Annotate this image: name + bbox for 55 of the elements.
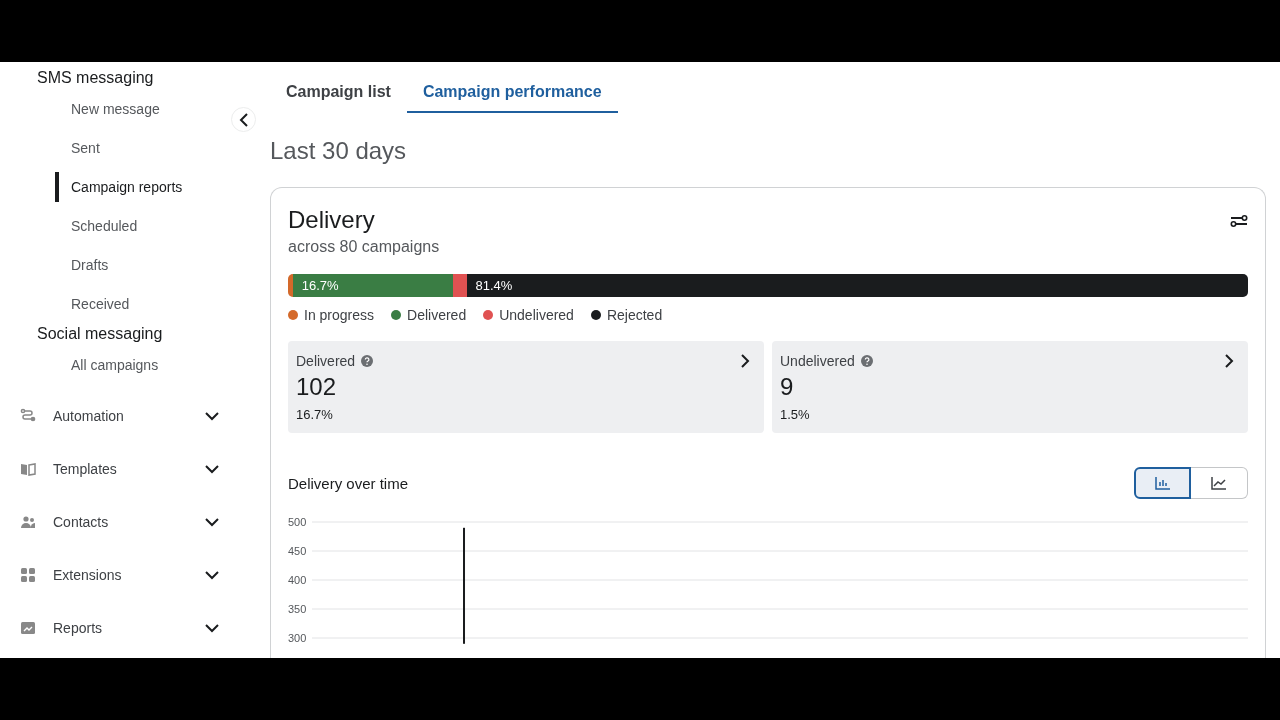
nav-item[interactable]: Sent (55, 133, 100, 163)
line-chart-icon[interactable] (1211, 476, 1227, 490)
axis-tick: 350 (288, 603, 307, 615)
nav-section[interactable]: Reports (53, 620, 204, 636)
flow-icon (20, 408, 36, 424)
axis-tick: 300 (288, 632, 307, 644)
help-icon[interactable] (361, 355, 374, 367)
nav-section[interactable]: Contacts (53, 514, 204, 530)
nav-group-title: SMS messaging (36, 68, 155, 88)
stat-percent: 1.5% (780, 407, 811, 422)
card-title: Delivery (288, 206, 376, 234)
chevron-right-icon[interactable] (740, 353, 750, 369)
stat-percent: 16.7% (296, 407, 334, 422)
stat-card[interactable]: Delivered 102 16.7% (288, 341, 764, 433)
stat-label: Delivered (296, 353, 356, 369)
nav-item[interactable]: New message (55, 94, 160, 124)
collapse-button[interactable] (231, 107, 256, 132)
nav-section[interactable]: Extensions (53, 567, 204, 583)
nav-item[interactable]: Received (55, 289, 130, 319)
nav-item[interactable]: All campaigns (55, 350, 159, 380)
tab[interactable]: Campaign list (270, 75, 407, 113)
stat-label: Undelivered (780, 353, 855, 369)
nav-section[interactable]: Templates (53, 461, 204, 477)
chevron-right-icon[interactable] (1224, 353, 1234, 369)
axis-tick: 450 (288, 545, 307, 557)
card-subtitle: across 80 campaigns (288, 238, 440, 256)
segment-percent: 81.4% (474, 278, 513, 293)
chevron-left-icon[interactable] (238, 112, 249, 127)
axis-tick: 400 (288, 574, 307, 586)
nav-item[interactable]: Scheduled (55, 211, 138, 241)
legend-label: Undelivered (499, 307, 574, 323)
axis-tick: 500 (288, 516, 307, 528)
nav-item[interactable]: Drafts (55, 250, 109, 280)
nav-group-title: Social messaging (36, 324, 164, 344)
chart-icon (20, 620, 36, 636)
legend-label: Delivered (407, 307, 467, 323)
grid-icon (20, 567, 36, 583)
bar-chart-icon[interactable] (1154, 476, 1171, 490)
filter-icon[interactable] (1230, 214, 1248, 228)
tab[interactable]: Campaign performance (406, 75, 618, 113)
nav-item[interactable]: Campaign reports (55, 172, 183, 202)
book-icon (20, 461, 36, 477)
people-icon (20, 514, 36, 530)
nav-section[interactable]: Automation (53, 408, 204, 424)
bar-chart-button[interactable] (1134, 467, 1191, 499)
help-icon[interactable] (860, 355, 873, 367)
segment-percent: 16.7% (300, 278, 339, 293)
line-chart-button[interactable] (1191, 467, 1248, 499)
stat-value: 102 (296, 373, 338, 401)
period-heading: Last 30 days (270, 137, 408, 165)
stat-card[interactable]: Undelivered 9 1.5% (772, 341, 1248, 433)
stat-value: 9 (780, 373, 795, 401)
section-title: Delivery over time (288, 474, 409, 492)
legend-label: In progress (304, 307, 375, 323)
legend-label: Rejected (606, 307, 663, 323)
